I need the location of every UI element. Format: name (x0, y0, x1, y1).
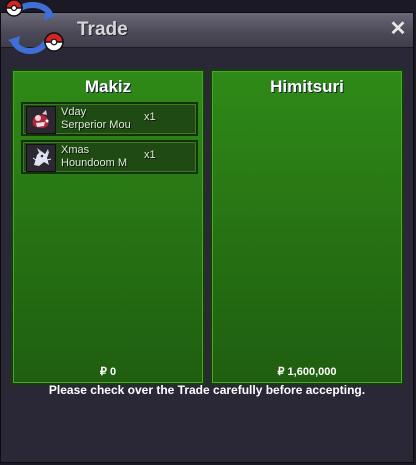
item-name-label: Houndoom M (61, 157, 128, 169)
money-offer: ₽ 0 (99, 366, 117, 378)
trade-item-1[interactable]: Vday Serperior Mou x1 (21, 102, 198, 136)
trader-name: Himitsuri (270, 77, 344, 96)
trade-notice: Please check over the Trade carefully be… (48, 383, 366, 397)
serperior-mount-icon (26, 106, 56, 134)
trader-name: Makiz (84, 77, 132, 96)
window-title: Trade (77, 19, 128, 40)
item-name-label: Serperior Mou (61, 119, 131, 131)
pokeball-swap-icon (0, 0, 72, 56)
trade-window: Trade ✕ Makiz Vday Serperior Mou x1 Xmas… (0, 12, 414, 463)
houndoom-mount-icon (26, 144, 56, 172)
trade-panel-makiz: Makiz Vday Serperior Mou x1 Xmas Houndoo… (11, 69, 205, 385)
money-offer: ₽ 1,600,000 (277, 366, 337, 378)
item-quantity: x1 (144, 149, 156, 161)
trade-item-2[interactable]: Xmas Houndoom M x1 (21, 140, 198, 174)
close-button[interactable]: ✕ (387, 18, 409, 40)
item-event-label: Vday (61, 106, 87, 118)
item-quantity: x1 (144, 111, 156, 123)
close-icon[interactable]: ✕ (390, 18, 407, 40)
item-event-label: Xmas (61, 144, 90, 156)
trade-panel-himitsuri: Himitsuri ₽ 1,600,000 (210, 69, 404, 385)
